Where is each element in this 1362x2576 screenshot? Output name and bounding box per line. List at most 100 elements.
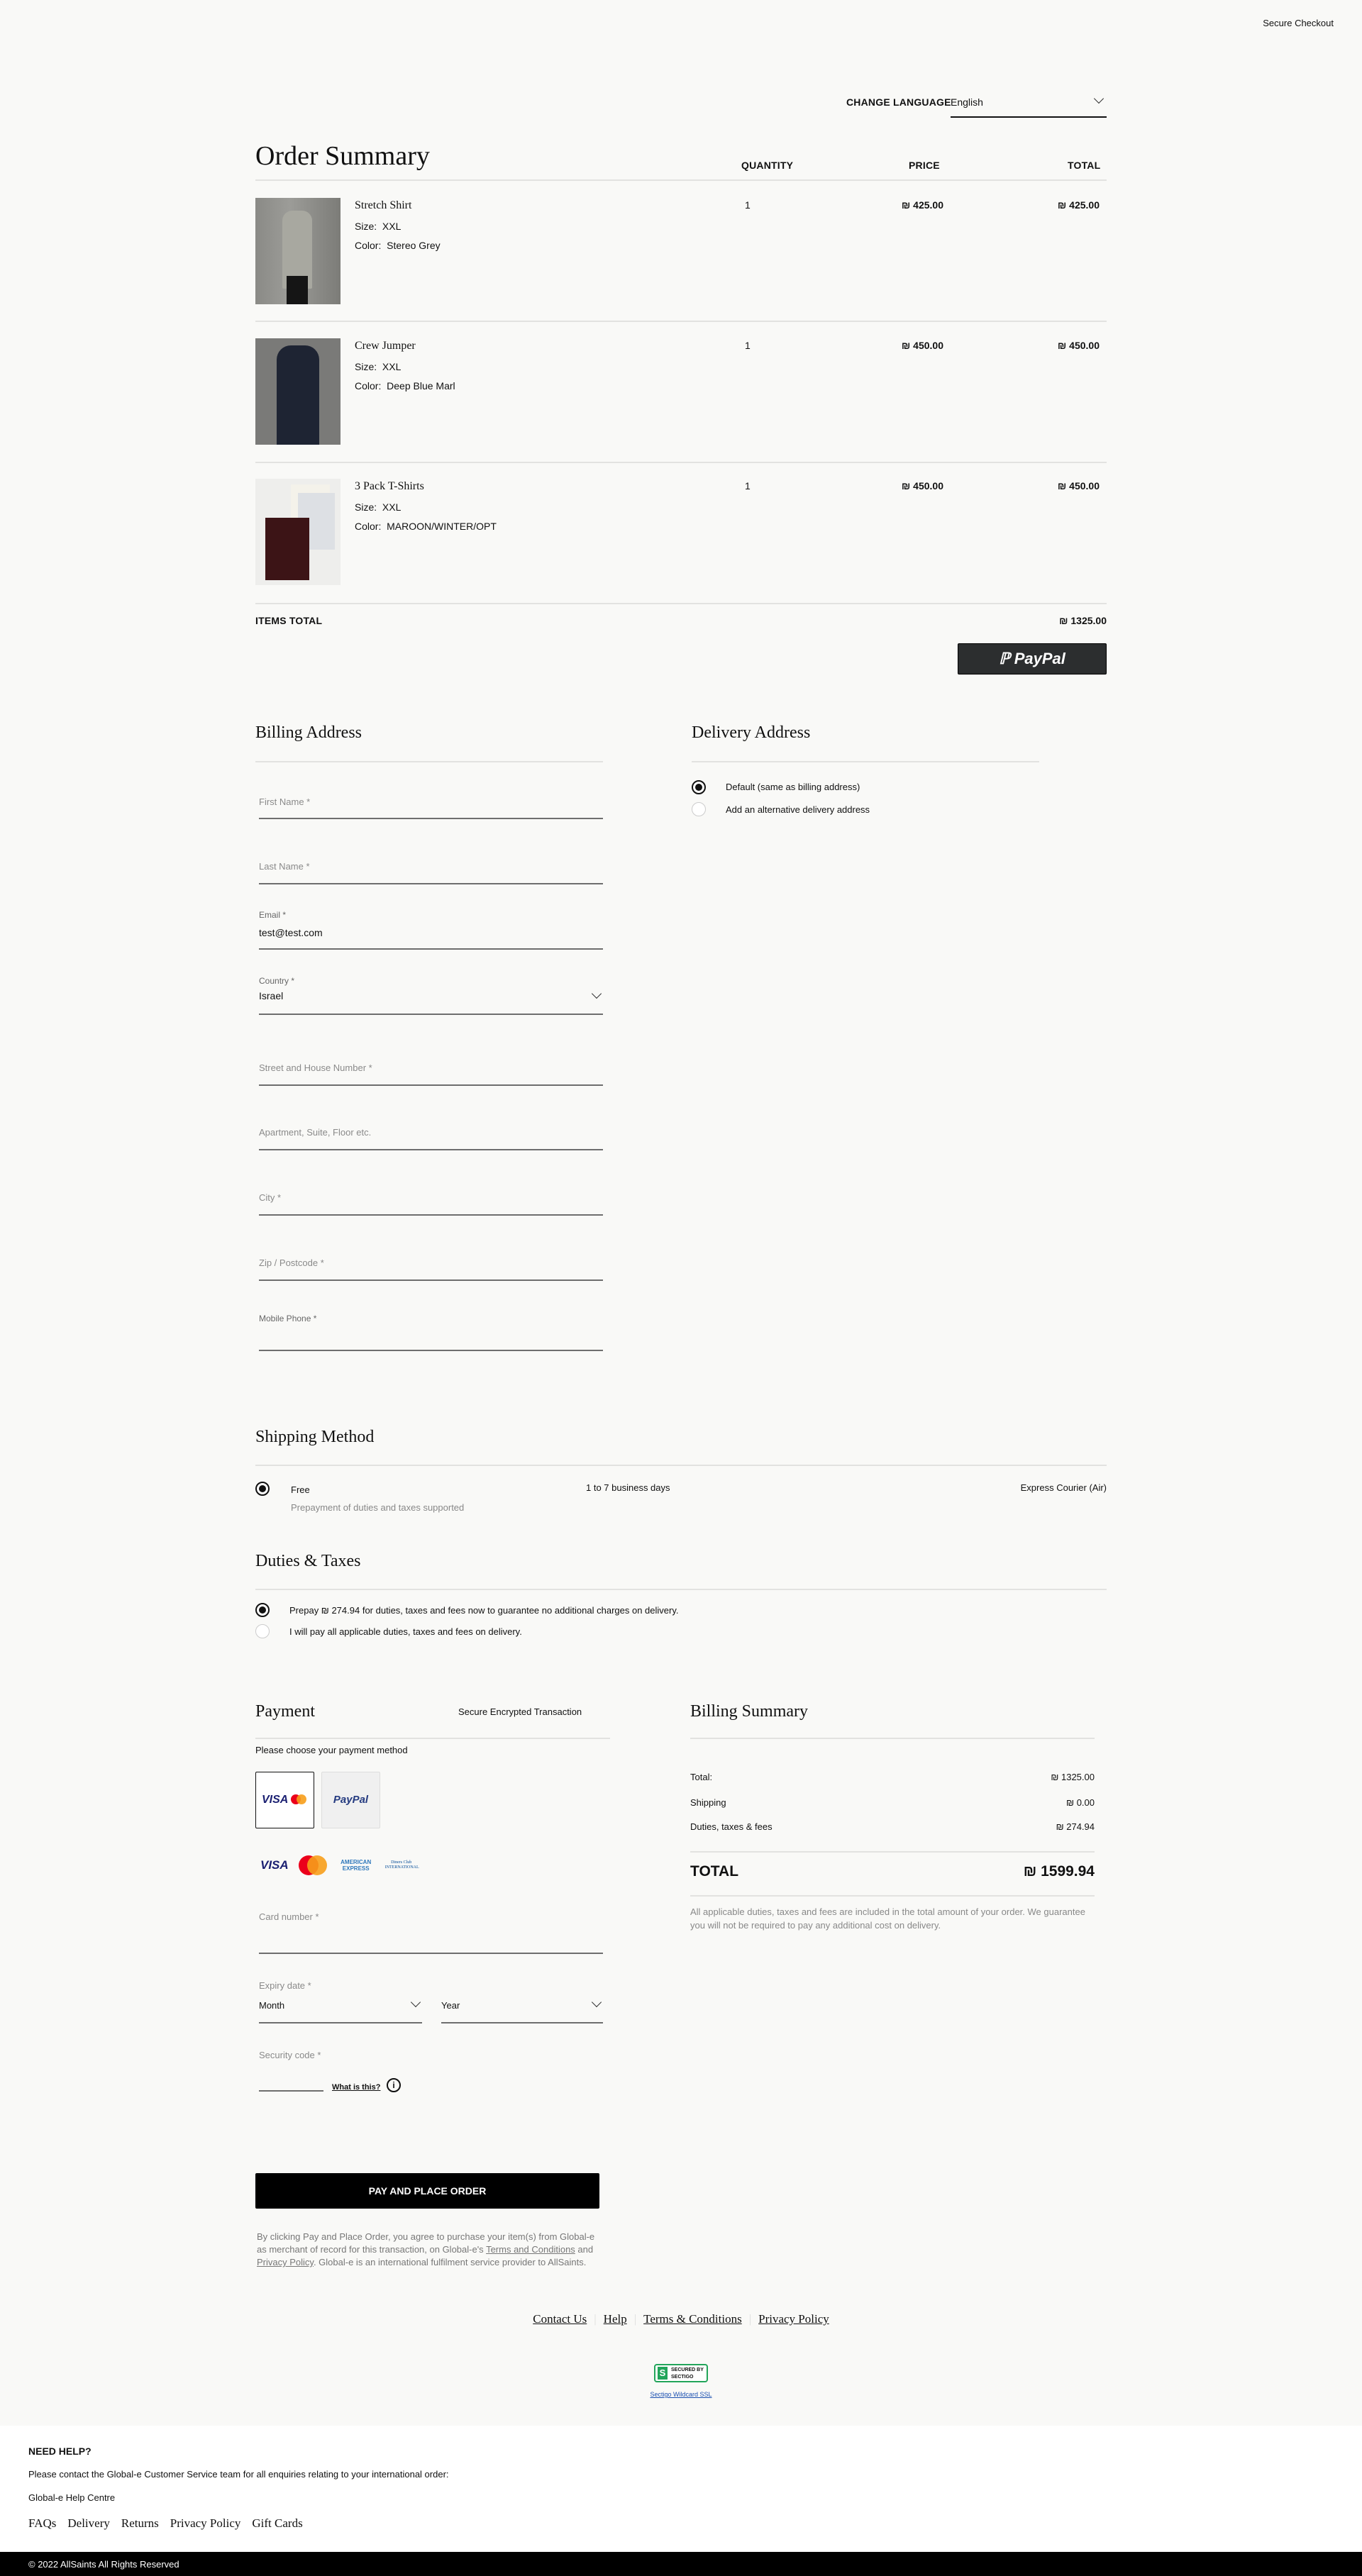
- expiry-month-select[interactable]: Month: [259, 1997, 422, 2023]
- street-placeholder: Street and House Number *: [259, 1062, 372, 1073]
- help-centre-link[interactable]: Global-e Help Centre: [28, 2492, 115, 2503]
- sectigo-link-text[interactable]: Sectigo Wildcard SSL: [650, 2391, 712, 2398]
- col-total: TOTAL: [1068, 160, 1101, 171]
- shipping-method-title: Shipping Method: [255, 1428, 375, 1446]
- divider: [690, 1895, 1095, 1897]
- card-payment-option[interactable]: VISA: [255, 1772, 314, 1828]
- duties-on-delivery-radio[interactable]: [255, 1624, 270, 1638]
- delivery-alternative-label[interactable]: Add an alternative delivery address: [726, 804, 870, 815]
- items-total-value: ₪ 1325.00: [1059, 615, 1107, 626]
- language-select[interactable]: English: [951, 91, 1107, 118]
- shipping-carrier: Express Courier (Air): [1020, 1482, 1107, 1493]
- visa-logo-icon: VISA: [260, 1858, 289, 1872]
- secure-transaction-label: Secure Encrypted Transaction: [458, 1706, 582, 1717]
- item-name: Stretch Shirt: [355, 199, 412, 211]
- returns-link[interactable]: Returns: [121, 2516, 159, 2531]
- paypal-logo-icon: ℙ: [999, 650, 1014, 667]
- year-value: Year: [441, 2000, 460, 2011]
- delivery-address-title: Delivery Address: [692, 723, 811, 742]
- shipping-option-label[interactable]: Free: [291, 1484, 310, 1495]
- diners-club-logo-icon: Diners Club INTERNATIONAL: [384, 1860, 419, 1870]
- item-size: XXL: [382, 221, 402, 232]
- privacy-policy-link[interactable]: Privacy Policy: [758, 2312, 829, 2326]
- delivery-link[interactable]: Delivery: [67, 2516, 109, 2531]
- mobile-phone-field[interactable]: Mobile Phone *: [259, 1314, 603, 1351]
- accepted-cards: VISA AMERICAN EXPRESS Diners Club INTERN…: [260, 1854, 419, 1877]
- summary-value: ₪ 1325.00: [1051, 1772, 1095, 1782]
- product-image-stretch-shirt[interactable]: [255, 198, 340, 304]
- item-name: 3 Pack T-Shirts: [355, 480, 424, 492]
- shipping-free-radio[interactable]: [255, 1482, 270, 1496]
- divider: [255, 462, 1107, 463]
- sectigo-link[interactable]: Sectigo Wildcard SSL: [0, 2391, 1362, 2398]
- delivery-default-radio[interactable]: [692, 780, 706, 794]
- faqs-link[interactable]: FAQs: [28, 2516, 56, 2531]
- country-select[interactable]: Country * Israel: [259, 976, 603, 1015]
- email-label: Email *: [259, 910, 287, 920]
- divider: [255, 1465, 1107, 1466]
- terms-link[interactable]: Terms and Conditions: [486, 2244, 575, 2255]
- item-color: Stereo Grey: [387, 240, 441, 251]
- divider: [255, 179, 1107, 181]
- last-name-field[interactable]: Last Name *: [259, 856, 603, 884]
- delivery-alternative-radio[interactable]: [692, 802, 706, 816]
- summary-value: ₪ 0.00: [1066, 1797, 1095, 1808]
- help-footer: NEED HELP? Please contact the Global-e C…: [0, 2426, 1362, 2552]
- summary-value: ₪ 274.94: [1056, 1821, 1095, 1832]
- item-quantity: 1: [745, 480, 751, 492]
- visa-icon: VISA: [262, 1794, 289, 1806]
- paypal-express-button[interactable]: ℙ PayPal: [958, 643, 1107, 674]
- divider: [690, 1738, 1095, 1739]
- email-field[interactable]: Email * test@test.com: [259, 910, 603, 950]
- gift-cards-link[interactable]: Gift Cards: [252, 2516, 302, 2531]
- sectigo-logo-icon: S: [658, 2367, 668, 2380]
- footer-privacy-link[interactable]: Privacy Policy: [170, 2516, 241, 2531]
- street-field[interactable]: Street and House Number *: [259, 1057, 603, 1086]
- duties-title: Duties & Taxes: [255, 1552, 361, 1570]
- duties-prepay-label[interactable]: Prepay ₪ 274.94 for duties, taxes and fe…: [289, 1605, 678, 1616]
- first-name-field[interactable]: First Name *: [259, 791, 603, 819]
- delivery-default-label[interactable]: Default (same as billing address): [726, 782, 860, 792]
- help-link[interactable]: Help: [604, 2312, 627, 2326]
- item-quantity: 1: [745, 340, 751, 351]
- duties-prepay-radio[interactable]: [255, 1603, 270, 1617]
- security-code-label: Security code *: [259, 2050, 321, 2060]
- summary-row: Duties, taxes & fees ₪ 274.94: [690, 1821, 1095, 1832]
- item-color: MAROON/WINTER/OPT: [387, 521, 497, 532]
- expiry-year-select[interactable]: Year: [441, 1997, 603, 2023]
- item-size: XXL: [382, 501, 402, 513]
- contact-us-link[interactable]: Contact Us: [533, 2312, 587, 2326]
- city-field[interactable]: City *: [259, 1187, 603, 1216]
- divider: [255, 321, 1107, 322]
- summary-label: Shipping: [690, 1797, 726, 1808]
- item-price: ₪ 450.00: [901, 480, 943, 492]
- first-name-placeholder: First Name *: [259, 796, 311, 807]
- divider: [690, 1851, 1095, 1853]
- legal-text-part: . Global-e is an international fulfilmen…: [313, 2257, 587, 2267]
- color-label: Color:: [355, 521, 382, 532]
- info-icon[interactable]: i: [387, 2078, 401, 2092]
- apartment-field[interactable]: Apartment, Suite, Floor etc.: [259, 1121, 603, 1150]
- summary-row: Total: ₪ 1325.00: [690, 1772, 1095, 1782]
- color-label: Color:: [355, 240, 382, 251]
- summary-note: All applicable duties, taxes and fees ar…: [690, 1906, 1085, 1931]
- expiry-date-label: Expiry date *: [259, 1980, 311, 1991]
- zip-field[interactable]: Zip / Postcode *: [259, 1252, 603, 1281]
- contact-text: Please contact the Global-e Customer Ser…: [28, 2469, 449, 2480]
- paypal-payment-option[interactable]: PayPal: [321, 1772, 380, 1828]
- privacy-link[interactable]: Privacy Policy: [257, 2257, 314, 2267]
- pay-and-place-order-button[interactable]: PAY AND PLACE ORDER: [255, 2173, 599, 2209]
- what-is-this-link[interactable]: What is this?: [332, 2083, 380, 2092]
- product-image-crew-jumper[interactable]: [255, 338, 340, 445]
- terms-conditions-link[interactable]: Terms & Conditions: [643, 2312, 742, 2326]
- summary-label: Duties, taxes & fees: [690, 1821, 773, 1832]
- summary-label: Total:: [690, 1772, 713, 1782]
- secure-checkout-label: Secure Checkout: [1263, 18, 1334, 28]
- product-image-t-shirts[interactable]: [255, 479, 340, 585]
- duties-on-delivery-label[interactable]: I will pay all applicable duties, taxes …: [289, 1626, 522, 1637]
- security-code-field[interactable]: [259, 2067, 323, 2092]
- sectigo-badge[interactable]: S SECURED BY SECTIGO: [654, 2364, 708, 2382]
- card-number-field[interactable]: Card number *: [259, 1911, 603, 1954]
- email-value: test@test.com: [259, 927, 323, 938]
- total-label: TOTAL: [690, 1863, 739, 1880]
